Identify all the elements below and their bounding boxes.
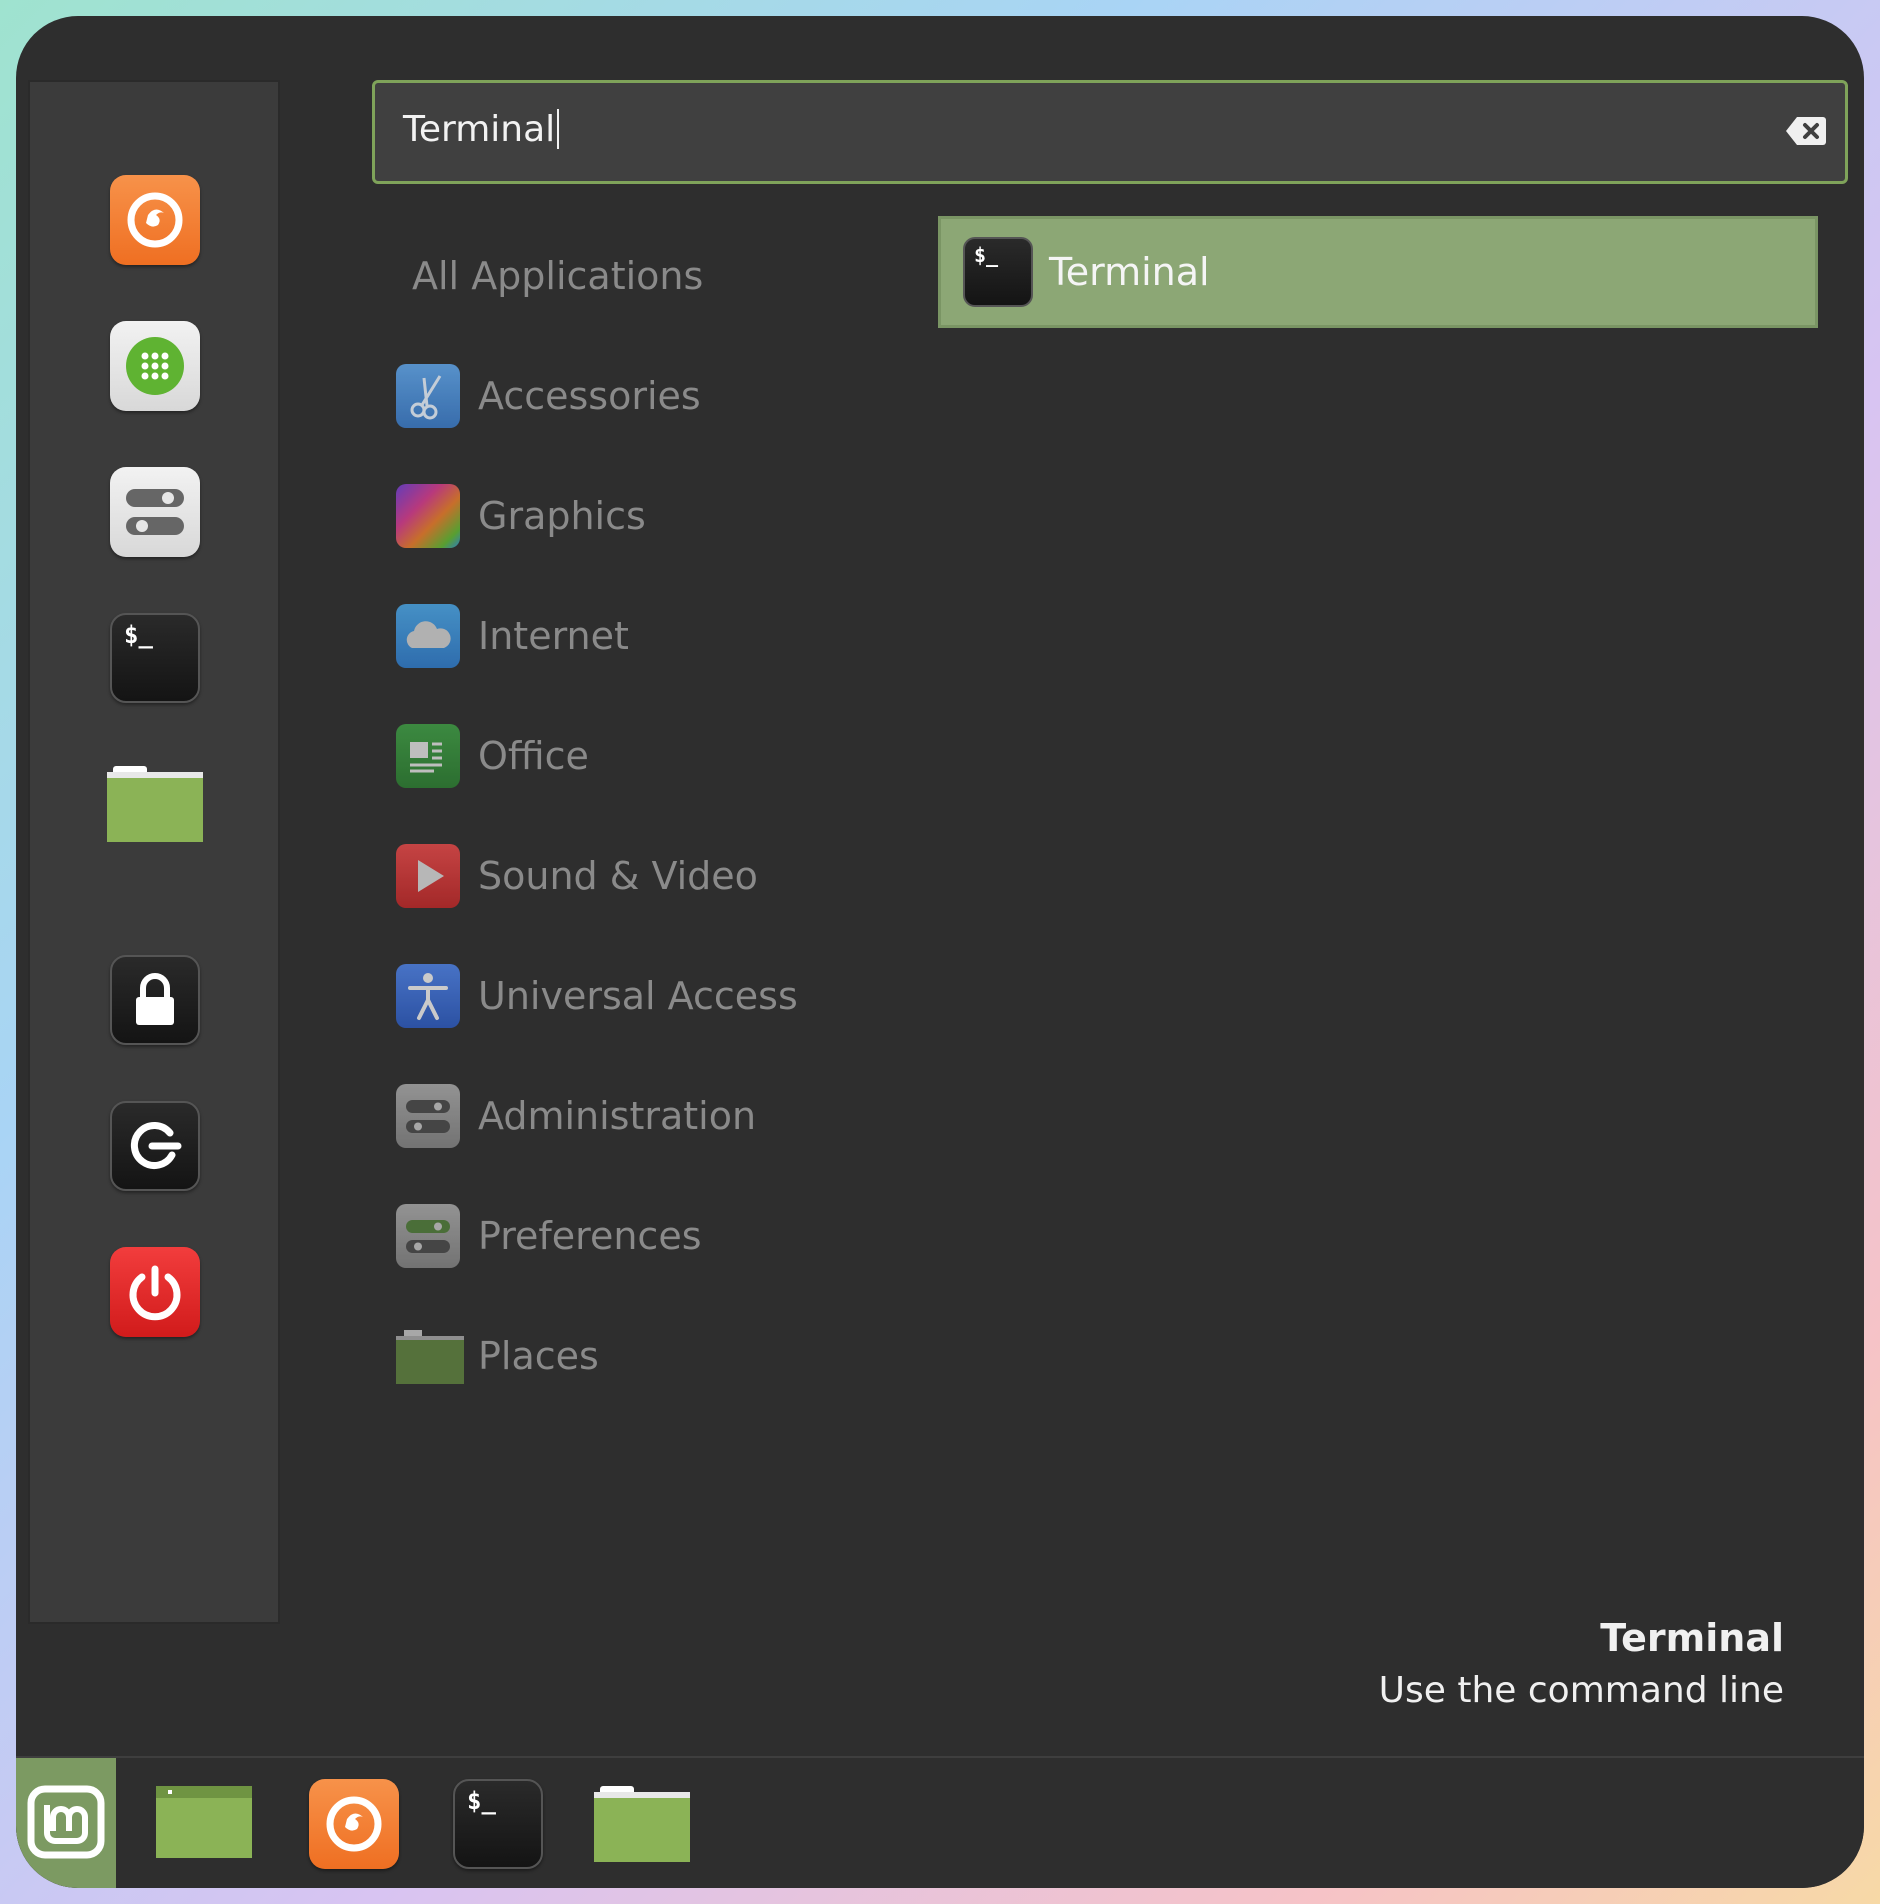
taskbar-firefox[interactable] — [306, 1776, 402, 1872]
cloud-icon — [396, 604, 460, 668]
favorite-files[interactable] — [107, 756, 203, 852]
settings-switches-icon — [396, 1084, 460, 1148]
category-label: Graphics — [478, 494, 646, 538]
lock-icon — [110, 955, 200, 1045]
taskbar-files[interactable] — [594, 1776, 690, 1872]
category-accessories[interactable]: Accessories — [396, 356, 876, 436]
power-icon — [110, 1247, 200, 1337]
firefox-icon — [309, 1779, 399, 1869]
document-icon — [396, 724, 460, 788]
color-palette-icon — [396, 484, 460, 548]
category-label: Office — [478, 734, 589, 778]
app-description-text: Use the command line — [1378, 1670, 1784, 1711]
category-label: Accessories — [478, 374, 701, 418]
folder-icon — [396, 1324, 464, 1388]
folder-icon — [594, 1786, 690, 1862]
shutdown-button[interactable] — [107, 1244, 203, 1340]
category-graphics[interactable]: Graphics — [396, 476, 876, 556]
lock-screen-button[interactable] — [107, 952, 203, 1048]
favorite-system-settings[interactable] — [107, 464, 203, 560]
search-result-terminal[interactable]: $_ Terminal — [938, 216, 1818, 328]
firefox-icon — [110, 175, 200, 265]
favorites-sidebar: $_ — [28, 80, 280, 1624]
search-input[interactable]: Terminal — [403, 109, 560, 150]
backspace-clear-icon[interactable] — [1785, 113, 1827, 149]
taskbar: $_ — [16, 1756, 1864, 1888]
accessibility-icon — [396, 964, 460, 1028]
category-universal-access[interactable]: Universal Access — [396, 956, 876, 1036]
toggle-switches-icon — [110, 467, 200, 557]
logout-icon — [110, 1101, 200, 1191]
category-label: Places — [478, 1334, 599, 1378]
application-menu: $_ Terminal All Applications Accessories… — [16, 16, 1864, 1888]
favorite-terminal[interactable]: $_ — [107, 610, 203, 706]
taskbar-terminal[interactable]: $_ — [450, 1776, 546, 1872]
search-field[interactable]: Terminal — [372, 80, 1848, 184]
category-places[interactable]: Places — [396, 1316, 876, 1396]
category-preferences[interactable]: Preferences — [396, 1196, 876, 1276]
category-label: Universal Access — [478, 974, 798, 1018]
category-office[interactable]: Office — [396, 716, 876, 796]
favorite-firefox[interactable] — [107, 172, 203, 268]
category-sound-video[interactable]: Sound & Video — [396, 836, 876, 916]
category-label: Preferences — [478, 1214, 702, 1258]
logout-button[interactable] — [107, 1098, 203, 1194]
app-description-title: Terminal — [1600, 1616, 1784, 1660]
scissors-icon — [396, 364, 460, 428]
taskbar-show-desktop[interactable] — [156, 1776, 252, 1872]
linux-mint-logo-icon — [23, 1779, 109, 1869]
play-icon — [396, 844, 460, 908]
desktop-icon — [156, 1782, 252, 1866]
category-internet[interactable]: Internet — [396, 596, 876, 676]
favorite-software-manager[interactable] — [107, 318, 203, 414]
terminal-icon: $_ — [453, 1779, 543, 1869]
folder-icon — [107, 766, 203, 842]
terminal-icon: $_ — [110, 613, 200, 703]
terminal-icon: $_ — [963, 237, 1033, 307]
category-label: Internet — [478, 614, 629, 658]
menu-button[interactable] — [16, 1758, 116, 1888]
apps-grid-icon — [110, 321, 200, 411]
category-label: Administration — [478, 1094, 757, 1138]
category-administration[interactable]: Administration — [396, 1076, 876, 1156]
category-all-applications[interactable]: All Applications — [412, 254, 703, 298]
result-label: Terminal — [1049, 250, 1210, 294]
category-label: Sound & Video — [478, 854, 758, 898]
preferences-switches-icon — [396, 1204, 460, 1268]
